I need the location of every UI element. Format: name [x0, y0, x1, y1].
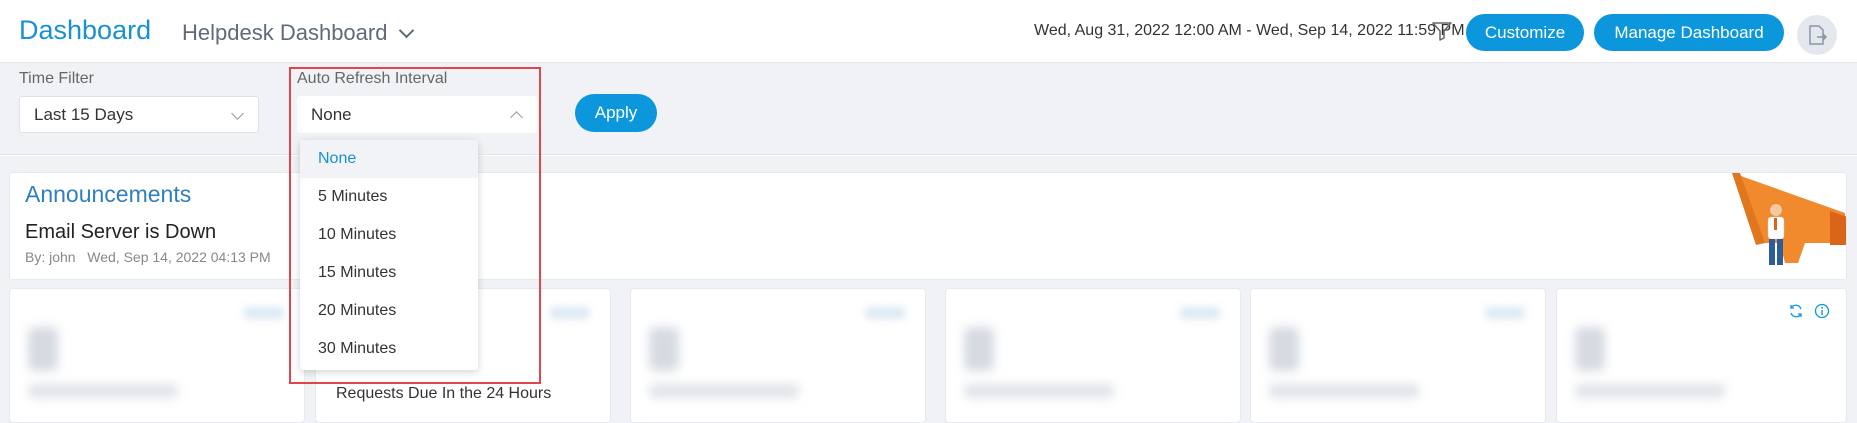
megaphone-illustration	[1732, 173, 1846, 265]
widget-card[interactable]	[630, 288, 926, 423]
refresh-interval-label: Auto Refresh Interval	[297, 70, 448, 87]
widget-actions	[244, 307, 284, 319]
widget-actions	[865, 307, 905, 319]
refresh-option[interactable]: 20 Minutes	[300, 292, 478, 330]
widget-label: Requests Due In the 24 Hours	[336, 385, 552, 402]
filter-bar	[0, 63, 1857, 155]
refresh-icon[interactable]	[1788, 303, 1804, 319]
widget-actions	[1485, 307, 1525, 319]
chevron-down-icon	[231, 107, 244, 120]
funnel-icon[interactable]	[1431, 20, 1453, 42]
chevron-down-icon	[399, 22, 415, 38]
widget-count	[649, 327, 679, 371]
widget-label	[964, 384, 1114, 398]
widget-card[interactable]	[9, 288, 305, 423]
widget-label	[28, 384, 178, 398]
widget-label	[1575, 384, 1725, 398]
time-filter-label: Time Filter	[19, 70, 94, 87]
widget-count	[1575, 327, 1605, 371]
page-title: Dashboard	[19, 15, 152, 45]
date-range: Wed, Aug 31, 2022 12:00 AM - Wed, Sep 14…	[1034, 22, 1465, 39]
widget-actions	[1180, 307, 1220, 319]
announcements-title: Announcements	[25, 181, 192, 207]
announcement-item-meta: By: john Wed, Sep 14, 2022 04:13 PM	[25, 249, 271, 265]
widget-count	[1269, 327, 1299, 371]
info-icon[interactable]	[1814, 303, 1830, 319]
dashboard-selector[interactable]: Helpdesk Dashboard	[182, 20, 415, 46]
refresh-option[interactable]: 30 Minutes	[300, 330, 478, 368]
refresh-interval-value: None	[311, 104, 352, 124]
time-filter-value: Last 15 Days	[34, 104, 134, 124]
widget-count	[28, 327, 58, 371]
time-filter-select[interactable]: Last 15 Days	[19, 96, 259, 133]
refresh-interval-select[interactable]: None	[297, 96, 537, 133]
widget-actions	[550, 307, 590, 319]
refresh-option[interactable]: 5 Minutes	[300, 178, 478, 216]
widget-label	[1269, 384, 1419, 398]
refresh-interval-dropdown: None 5 Minutes 10 Minutes 15 Minutes 20 …	[300, 140, 478, 370]
user-logout-icon[interactable]	[1797, 15, 1837, 55]
refresh-option[interactable]: None	[300, 140, 478, 178]
announcements-widget: Announcements Email Server is Down By: j…	[9, 172, 1847, 280]
widget-count	[964, 327, 994, 371]
widget-label	[649, 384, 799, 398]
refresh-option[interactable]: 15 Minutes	[300, 254, 478, 292]
widget-actions	[1788, 303, 1830, 319]
manage-dashboard-button[interactable]: Manage Dashboard	[1594, 14, 1784, 51]
announcement-item-title[interactable]: Email Server is Down	[25, 221, 216, 244]
widget-card[interactable]	[1556, 288, 1847, 423]
widget-card[interactable]	[1250, 288, 1546, 423]
header-bar: Dashboard Helpdesk Dashboard Wed, Aug 31…	[0, 0, 1857, 63]
dashboard-name: Helpdesk Dashboard	[182, 20, 388, 45]
apply-button[interactable]: Apply	[575, 94, 657, 132]
chevron-up-icon	[510, 111, 523, 124]
widget-card[interactable]	[945, 288, 1241, 423]
refresh-option[interactable]: 10 Minutes	[300, 216, 478, 254]
customize-button[interactable]: Customize	[1466, 14, 1584, 51]
